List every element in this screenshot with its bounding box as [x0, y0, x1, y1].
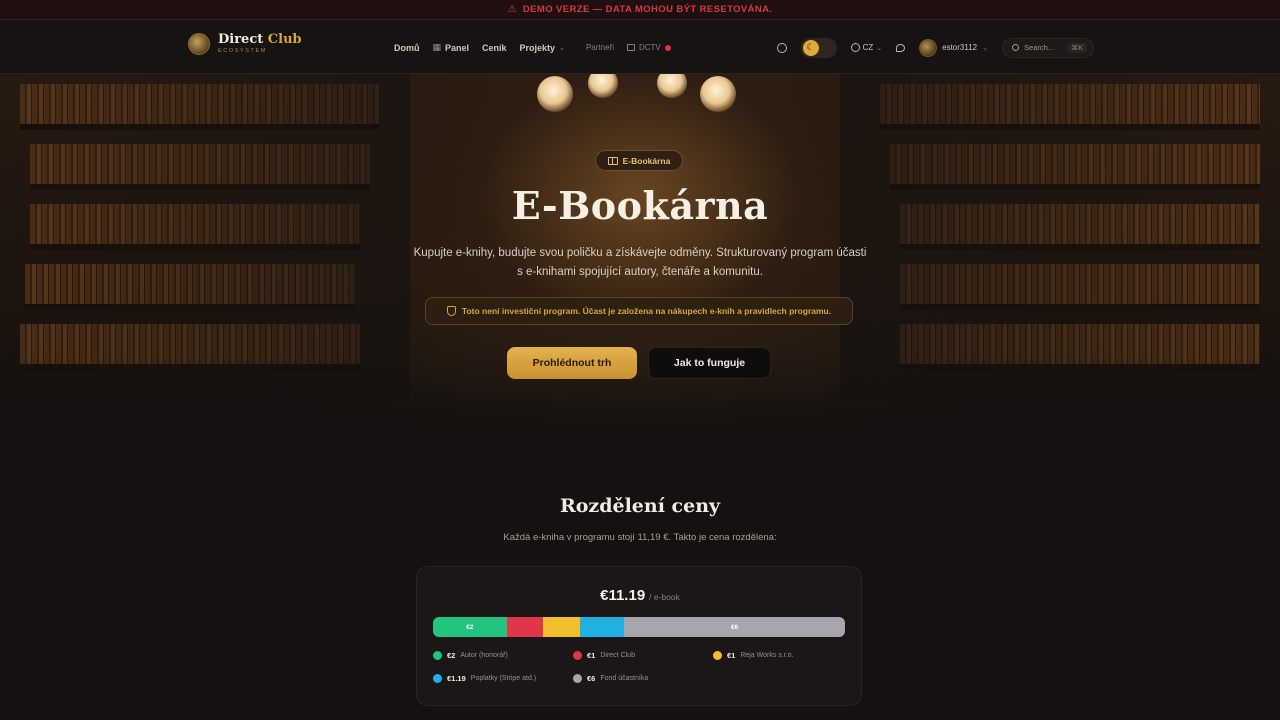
price-split-segment: €6: [624, 617, 845, 637]
section-title: Rozdělení ceny: [559, 495, 721, 517]
main-menu: Domů ▦ Panel Ceník Projekty ⌄ Partneři DCT…: [394, 21, 671, 74]
disclaimer-notice: Toto není investiční program. Účast je z…: [425, 297, 853, 325]
warning-icon: ⚠: [507, 4, 517, 15]
legend-label: Poplatky (Stripe atd.): [470, 675, 537, 682]
legend-item: €6 Fond účastníka: [573, 674, 713, 683]
legend-label: Fond účastníka: [600, 675, 649, 682]
demo-banner-text: DEMO VERZE — DATA MOHOU BÝT RESETOVÁNA.: [522, 4, 773, 15]
search-shortcut: ⌘K: [1067, 42, 1087, 53]
nav-pricing[interactable]: Ceník: [482, 43, 507, 53]
logo-title: Direct Club: [218, 32, 302, 48]
price-split-card: €11.19/ e-book €2 €6 €2 Autor (honorář) €1 D…: [416, 566, 862, 706]
header-actions: ☾ CZ ⌄ estor3112 ⌄ Search... ⌘K: [776, 21, 1094, 74]
nav-panel[interactable]: ▦ Panel: [433, 42, 470, 53]
price-split-legend: €2 Autor (honorář) €1 Direct Club €1 Reja Wor…: [433, 651, 853, 683]
price-split-segment: €2: [433, 617, 507, 637]
legend-color-dot: [573, 674, 582, 683]
legend-color-dot: [433, 651, 442, 660]
chandelier-lamp-image: [657, 74, 687, 98]
legend-label: Reja Works s.r.o.: [740, 652, 794, 659]
avatar: [919, 38, 938, 57]
legend-value: €1: [587, 651, 596, 660]
theme-toggle[interactable]: ☾: [800, 37, 837, 58]
chevron-down-icon: ⌄: [559, 44, 565, 52]
legend-label: Direct Club: [600, 652, 635, 659]
price-amount: €11.19: [600, 587, 646, 604]
top-navigation: Direct Club ECOSYSTEM Domů ▦ Panel Ceník …: [0, 21, 1280, 74]
logo-subtitle: ECOSYSTEM: [218, 48, 267, 55]
legend-value: €1: [727, 651, 736, 660]
palette-icon[interactable]: [776, 42, 787, 53]
user-menu[interactable]: estor3112 ⌄: [919, 38, 988, 57]
chat-icon[interactable]: [896, 43, 906, 52]
legend-item: €1 Reja Works s.r.o.: [713, 651, 853, 660]
search-input[interactable]: Search... ⌘K: [1002, 37, 1094, 58]
legend-value: €6: [587, 674, 596, 683]
language-selector[interactable]: CZ ⌄: [850, 43, 883, 52]
hero-description: Kupujte e-knihy, budujte svou poličku a …: [413, 247, 867, 278]
nav-projects[interactable]: Projekty ⌄: [520, 43, 565, 53]
shield-icon: [446, 306, 456, 316]
chandelier-lamp-image: [700, 76, 736, 112]
legend-value: €1.19: [447, 674, 466, 683]
nav-dctv[interactable]: DCTV: [626, 43, 671, 52]
chandelier-lamp-image: [588, 74, 618, 98]
globe-icon: [850, 43, 860, 52]
nav-home[interactable]: Domů: [394, 43, 420, 53]
legend-item: €1.19 Poplatky (Stripe atd.): [433, 674, 573, 683]
tv-icon: [626, 44, 635, 51]
logo-emblem-icon: [188, 33, 210, 55]
moon-icon: ☾: [802, 39, 819, 56]
demo-banner: ⚠ DEMO VERZE — DATA MOHOU BÝT RESETOVÁNA…: [0, 0, 1280, 20]
legend-value: €2: [447, 651, 456, 660]
price-display: €11.19/ e-book: [417, 587, 863, 605]
page-title: E-Bookárna: [511, 183, 769, 228]
chevron-down-icon: ⌄: [982, 44, 988, 52]
live-indicator-dot: [664, 44, 671, 51]
section-subtitle: Každá e-kniha v programu stojí 11,19 €. …: [503, 532, 777, 543]
logo[interactable]: Direct Club ECOSYSTEM: [188, 33, 302, 55]
how-it-works-button[interactable]: Jak to funguje: [648, 347, 771, 379]
price-split-segment: [543, 617, 581, 637]
legend-color-dot: [573, 651, 582, 660]
price-split-bar: €2 €6: [433, 617, 845, 637]
nav-partners[interactable]: Partneři: [586, 43, 614, 52]
username: estor3112: [942, 43, 978, 52]
search-icon: [1012, 44, 1019, 51]
grid-icon: ▦: [432, 42, 442, 52]
legend-color-dot: [433, 674, 442, 683]
price-split-segment: [580, 617, 625, 637]
price-unit: / e-book: [649, 592, 680, 602]
chevron-down-icon: ⌄: [876, 44, 883, 52]
price-split-segment: [506, 617, 544, 637]
legend-label: Autor (honorář): [460, 652, 508, 659]
chandelier-lamp-image: [537, 76, 573, 112]
legend-item: €1 Direct Club: [573, 651, 713, 660]
browse-market-button[interactable]: Prohlédnout trh: [507, 347, 637, 379]
hero-badge: E-Bookárna: [595, 150, 683, 171]
legend-item: €2 Autor (honorář): [433, 651, 573, 660]
legend-color-dot: [713, 651, 722, 660]
book-icon: [607, 156, 618, 165]
